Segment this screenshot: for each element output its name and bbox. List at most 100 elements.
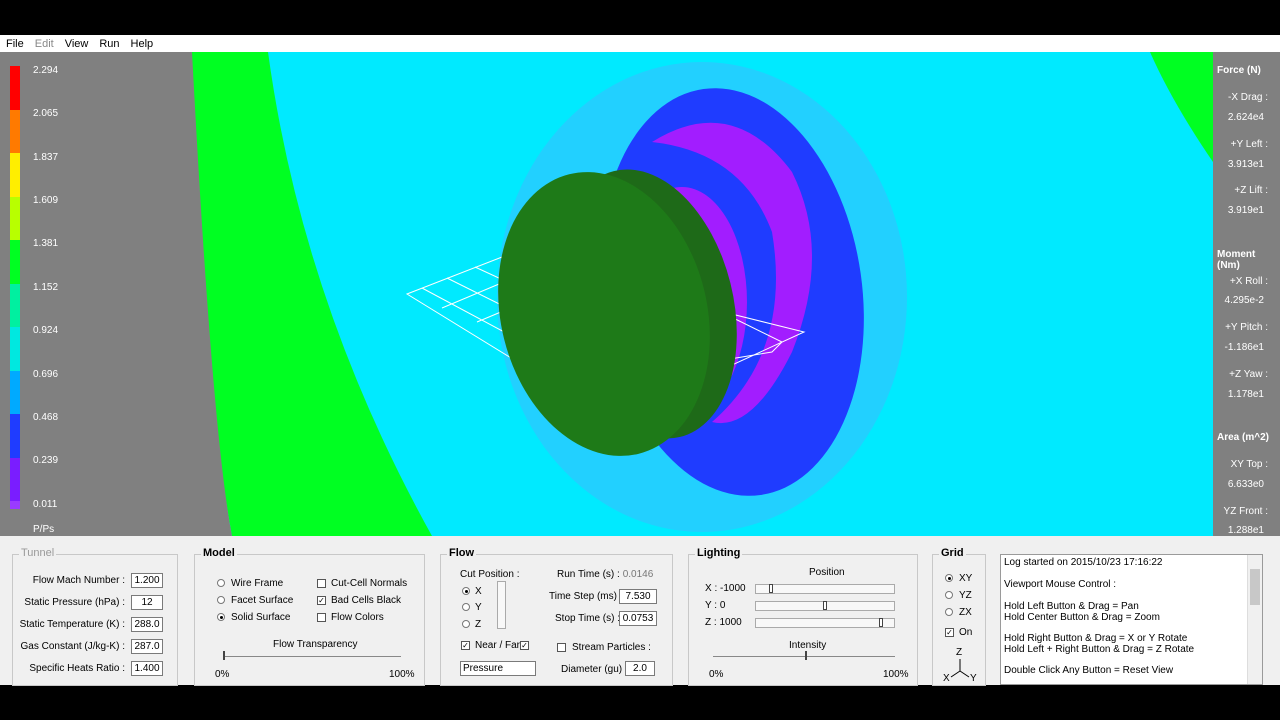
diameter-label: Diameter (gu) : [561, 664, 628, 675]
grid-title: Grid [939, 547, 966, 559]
pressure-input[interactable]: 12 [131, 595, 163, 610]
grid-on-checkbox[interactable]: ✓ [945, 628, 954, 637]
legend-swatch [10, 327, 20, 371]
grid-xy-radio[interactable] [945, 574, 953, 582]
lift-label: +Z Lift : [1234, 185, 1268, 196]
heat-ratio-input[interactable]: 1.400 [131, 661, 163, 676]
diameter-input[interactable]: 2.0 [625, 661, 655, 676]
flow-region-green-right [1150, 52, 1213, 162]
grid-zx-radio[interactable] [945, 608, 953, 616]
flow-region-green [192, 52, 432, 536]
moment-title: Moment (Nm) [1217, 249, 1256, 271]
transparency-slider[interactable] [223, 656, 401, 657]
legend-swatch [10, 240, 20, 284]
model-title: Model [201, 547, 237, 559]
axis-x-label: X [943, 673, 950, 684]
area-title: Area (m^2) [1217, 432, 1269, 443]
light-x-thumb[interactable] [769, 584, 773, 593]
near-far-label: Near / Far [475, 640, 521, 651]
flow-group: Flow Cut Position : X Y Z Run Time (s) :… [440, 547, 673, 686]
light-z-slider[interactable] [755, 618, 895, 628]
roll-label: +X Roll : [1229, 276, 1268, 287]
flow-variable-select[interactable]: Pressure [460, 661, 536, 676]
intensity-label: Intensity [789, 640, 827, 651]
lighting-title: Lighting [695, 547, 743, 559]
light-y-thumb[interactable] [823, 601, 827, 610]
legend-swatch [10, 197, 20, 240]
grid-zx-label: ZX [959, 607, 972, 618]
log-scroll-thumb[interactable] [1250, 569, 1260, 605]
cut-y-radio[interactable] [462, 603, 470, 611]
cut-position-scrollbar[interactable] [497, 581, 506, 629]
lift-value: 3.919e1 [1227, 205, 1264, 216]
yaw-label: +Z Yaw : [1229, 369, 1268, 380]
grid-yz-radio[interactable] [945, 591, 953, 599]
cut-z-radio[interactable] [462, 620, 470, 628]
menu-edit[interactable]: Edit [35, 38, 54, 50]
badcells-checkbox[interactable]: ✓ [317, 596, 326, 605]
tunnel-group: Tunnel Flow Mach Number : 1.200 Static P… [12, 547, 178, 686]
viewport-3d[interactable] [192, 52, 1213, 536]
legend-swatch [10, 458, 20, 501]
legend-value: 0.468 [33, 412, 59, 423]
force-title: Force (N) [1217, 65, 1261, 76]
legend-value: 1.152 [33, 282, 59, 293]
mach-input[interactable]: 1.200 [131, 573, 163, 588]
stream-label: Stream Particles : [572, 642, 651, 653]
menu-file[interactable]: File [6, 38, 24, 50]
model-group: Model Wire Frame Facet Surface Solid Sur… [194, 547, 425, 686]
solid-radio[interactable] [217, 613, 225, 621]
menu-help[interactable]: Help [131, 38, 154, 50]
legend-swatch [10, 110, 20, 153]
flowcolors-checkbox[interactable] [317, 613, 326, 622]
cut-x-radio[interactable] [462, 587, 470, 595]
flowcolors-label: Flow Colors [331, 612, 384, 623]
far-checkbox[interactable]: ✓ [520, 641, 529, 650]
menu-run[interactable]: Run [99, 38, 119, 50]
transparency-thumb[interactable] [223, 651, 225, 660]
log-window[interactable]: Log started on 2015/10/23 17:16:22 Viewp… [1000, 554, 1263, 685]
wireframe-radio[interactable] [217, 579, 225, 587]
log-scrollbar[interactable] [1247, 555, 1262, 684]
front-value: 1.288e1 [1227, 525, 1264, 536]
transparency-max: 100% [389, 669, 415, 680]
light-x-label: X : -1000 [705, 583, 746, 594]
left-value: 3.913e1 [1227, 159, 1264, 170]
normals-checkbox[interactable] [317, 579, 326, 588]
normals-label: Cut-Cell Normals [331, 578, 408, 589]
cut-x-label: X [475, 586, 482, 597]
legend-value: 0.696 [33, 369, 59, 380]
legend-swatch [10, 501, 20, 509]
legend-value: 0.924 [33, 325, 59, 336]
menu-view[interactable]: View [65, 38, 89, 50]
lighting-group: Lighting Position X : -1000 Y : 0 Z : 10… [688, 547, 918, 686]
legend-swatch [10, 284, 20, 327]
light-z-thumb[interactable] [879, 618, 883, 627]
stoptime-input[interactable]: 0.0753 [619, 611, 657, 626]
near-checkbox[interactable]: ✓ [461, 641, 470, 650]
light-y-label: Y : 0 [705, 600, 726, 611]
axes-icon: Z X Y [943, 647, 977, 684]
legend-value: 1.837 [33, 152, 59, 163]
timestep-input[interactable]: 7.530 [619, 589, 657, 604]
stream-checkbox[interactable] [557, 643, 566, 652]
legend-value: 2.065 [33, 108, 59, 119]
intensity-min: 0% [709, 669, 724, 680]
gas-constant-input[interactable]: 287.0 [131, 639, 163, 654]
gas-constant-label: Gas Constant (J/kg-K) : [20, 641, 125, 652]
legend-swatch [10, 66, 20, 110]
legend-value: 0.011 [33, 499, 58, 510]
pitch-label: +Y Pitch : [1225, 322, 1268, 333]
facet-radio[interactable] [217, 596, 225, 604]
temperature-input[interactable]: 288.0 [131, 617, 163, 632]
color-legend: 2.294 2.065 1.837 1.609 1.381 1.152 0.92… [0, 52, 192, 536]
flow-visualization[interactable] [192, 52, 1213, 536]
log-line: Double Click Any Button = Reset View [1004, 665, 1174, 676]
intensity-max: 100% [883, 669, 909, 680]
timestep-label: Time Step (ms) : [549, 591, 623, 602]
top-label: XY Top : [1230, 459, 1268, 470]
runtime-value: 0.0146 [622, 569, 654, 580]
intensity-slider[interactable] [713, 656, 895, 657]
light-x-slider[interactable] [755, 584, 895, 594]
intensity-thumb[interactable] [805, 651, 807, 660]
